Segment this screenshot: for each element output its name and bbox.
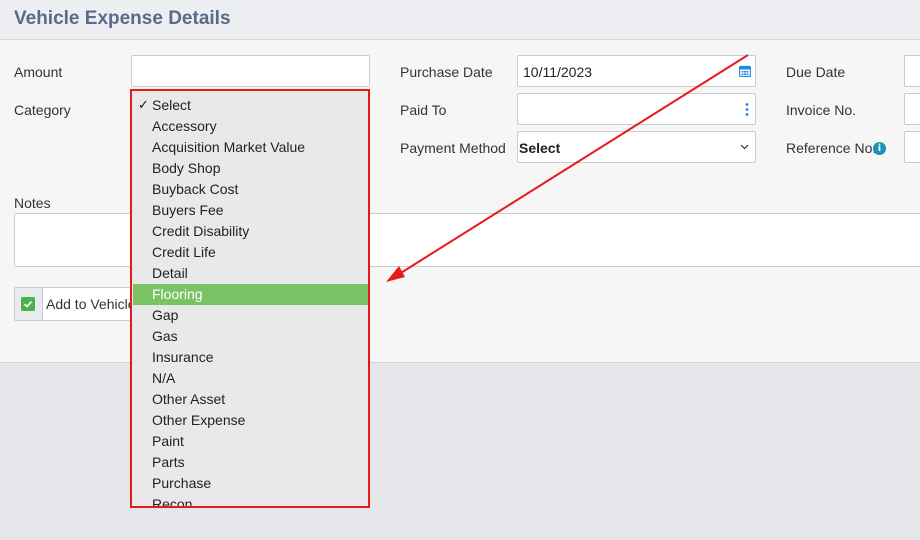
add-to-vehicle-label: Add to Vehicle <box>46 296 136 312</box>
calendar-icon[interactable] <box>739 65 751 77</box>
checkbox-cell[interactable] <box>15 288 43 320</box>
reference-no-input[interactable] <box>904 131 920 163</box>
invoice-no-input[interactable] <box>904 93 920 125</box>
dropdown-option[interactable]: Credit Disability <box>132 221 368 242</box>
dropdown-option-label: Acquisition Market Value <box>152 139 306 155</box>
dropdown-option[interactable]: ✓ Select <box>132 95 368 116</box>
page-header: Vehicle Expense Details <box>0 0 920 40</box>
purchase-date-value: 10/11/2023 <box>523 64 593 80</box>
dropdown-option-label: Body Shop <box>152 160 221 176</box>
due-date-input[interactable] <box>904 55 920 87</box>
dropdown-option[interactable]: Buyers Fee <box>132 200 368 221</box>
dropdown-option-label: Gap <box>152 307 179 323</box>
dropdown-option[interactable]: Gas <box>132 326 368 347</box>
dropdown-option[interactable]: Parts <box>132 452 368 473</box>
dropdown-option[interactable]: Insurance <box>132 347 368 368</box>
payment-method-label: Payment Method <box>400 140 506 156</box>
dropdown-option[interactable]: Credit Life <box>132 242 368 263</box>
dropdown-option[interactable]: Acquisition Market Value <box>132 137 368 158</box>
dropdown-option-label: Recon <box>152 496 193 508</box>
dropdown-option-label: Buyback Cost <box>152 181 239 197</box>
dropdown-option-label: Other Expense <box>152 412 246 428</box>
dropdown-option-label: Other Asset <box>152 391 226 407</box>
dropdown-option[interactable]: Gap <box>132 305 368 326</box>
dropdown-option-label: Accessory <box>152 118 217 134</box>
dropdown-option[interactable]: Buyback Cost <box>132 179 368 200</box>
page-title: Vehicle Expense Details <box>14 8 231 29</box>
purchase-date-label: Purchase Date <box>400 64 493 80</box>
dropdown-option-label: Credit Life <box>152 244 216 260</box>
category-dropdown-list[interactable]: ✓ Select Accessory Acquisition Market Value… <box>130 89 370 508</box>
notes-label: Notes <box>14 195 51 211</box>
payment-method-value: Select <box>519 140 561 156</box>
dropdown-option-label: Buyers Fee <box>152 202 224 218</box>
dropdown-option[interactable]: Body Shop <box>132 158 368 179</box>
kebab-menu-icon[interactable] <box>745 102 749 117</box>
dropdown-option-label: Insurance <box>152 349 214 365</box>
paid-to-input[interactable] <box>517 93 756 125</box>
dropdown-option-label: Paint <box>152 433 184 449</box>
dropdown-option-label: N/A <box>152 370 176 386</box>
category-label: Category <box>14 102 71 118</box>
dropdown-option[interactable]: Paint <box>132 431 368 452</box>
dropdown-option[interactable]: Flooring <box>133 284 368 305</box>
chevron-down-icon <box>740 144 749 150</box>
dropdown-option-label: Flooring <box>152 286 203 302</box>
paid-to-label: Paid To <box>400 102 447 118</box>
amount-label: Amount <box>14 64 63 80</box>
dropdown-option-label: Select <box>152 97 191 113</box>
info-icon[interactable]: i <box>873 142 886 155</box>
dropdown-option-label: Parts <box>152 454 185 470</box>
checkmark-icon: ✓ <box>138 98 149 113</box>
due-date-label: Due Date <box>786 64 846 80</box>
dropdown-option-label: Purchase <box>152 475 212 491</box>
dropdown-option[interactable]: Recon <box>132 494 368 508</box>
reference-no-label: Reference No. <box>786 140 877 156</box>
dropdown-option[interactable]: Other Expense <box>132 410 368 431</box>
purchase-date-input[interactable]: 10/11/2023 <box>517 55 756 87</box>
dropdown-option-label: Detail <box>152 265 188 281</box>
invoice-no-label: Invoice No. <box>786 102 857 118</box>
dropdown-option[interactable]: N/A <box>132 368 368 389</box>
payment-method-select[interactable]: Select <box>517 131 756 163</box>
dropdown-option[interactable]: Accessory <box>132 116 368 137</box>
dropdown-option[interactable]: Detail <box>132 263 368 284</box>
dropdown-option[interactable]: Other Asset <box>132 389 368 410</box>
dropdown-option-label: Gas <box>152 328 178 344</box>
dropdown-option[interactable]: Purchase <box>132 473 368 494</box>
dropdown-option-label: Credit Disability <box>152 223 250 239</box>
checkbox-checked-icon[interactable] <box>21 297 35 311</box>
amount-input[interactable] <box>131 55 370 87</box>
